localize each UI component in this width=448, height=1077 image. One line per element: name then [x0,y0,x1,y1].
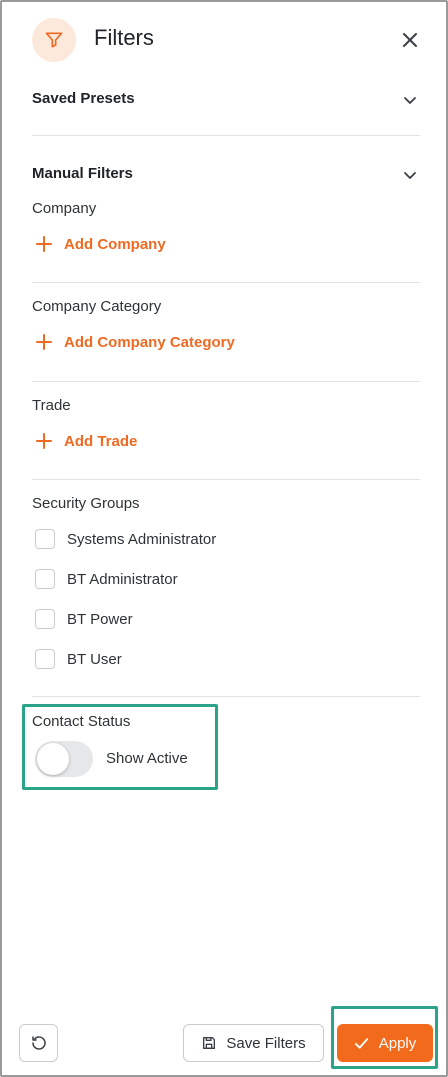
checkbox[interactable] [35,529,55,549]
add-company-category-label: Add Company Category [64,333,235,351]
apply-label: Apply [378,1034,417,1052]
chevron-down-icon[interactable] [398,163,422,187]
reset-icon [31,1036,46,1050]
close-icon [403,33,417,47]
divider [32,381,420,382]
security-group-checkbox-row[interactable]: BT User [35,648,122,670]
checkbox-label: Systems Administrator [67,530,217,548]
close-button[interactable] [398,28,422,52]
checkbox[interactable] [35,609,55,629]
toggle-knob [37,743,69,775]
reset-button[interactable] [19,1024,58,1062]
checkbox[interactable] [35,569,55,589]
divider [32,696,420,697]
checkbox-label: BT Administrator [67,570,178,588]
save-filters-button[interactable]: Save Filters [183,1024,324,1062]
show-active-label: Show Active [106,750,188,767]
checkbox-label: BT User [67,650,122,668]
checkbox[interactable] [35,649,55,669]
company-category-label: Company Category [32,298,162,315]
plus-icon [36,433,52,449]
chevron-down-icon[interactable] [398,88,422,112]
add-trade-button[interactable]: Add Trade [36,430,137,452]
floppy-disk-icon [203,1037,216,1049]
manual-filters-header[interactable]: Manual Filters [32,163,422,187]
manual-filters-label: Manual Filters [32,165,133,182]
security-groups-label: Security Groups [32,495,140,512]
show-active-toggle[interactable] [35,741,93,777]
security-group-checkbox-row[interactable]: BT Power [35,608,133,630]
check-icon [354,1037,368,1049]
security-group-checkbox-row[interactable]: Systems Administrator [35,528,216,550]
saved-presets-label: Saved Presets [32,90,135,107]
plus-icon [36,236,52,252]
funnel-icon [32,18,76,62]
trade-label: Trade [32,397,71,414]
panel-title: Filters [94,25,154,50]
panel-header: Filters [32,18,422,62]
divider [32,135,420,136]
filters-panel: Filters Saved Presets Manual Filters Com… [0,0,448,1077]
plus-icon [36,334,52,350]
add-company-label: Add Company [64,235,166,253]
divider [32,282,420,283]
saved-presets-header[interactable]: Saved Presets [32,88,422,112]
company-label: Company [32,200,97,217]
add-trade-label: Add Trade [64,432,138,450]
apply-button[interactable]: Apply [337,1024,433,1062]
contact-status-label: Contact Status [32,713,131,730]
divider [32,479,420,480]
save-filters-label: Save Filters [226,1034,306,1052]
add-company-category-button[interactable]: Add Company Category [36,331,235,353]
checkbox-label: BT Power [67,610,133,628]
add-company-button[interactable]: Add Company [36,233,166,255]
security-group-checkbox-row[interactable]: BT Administrator [35,568,178,590]
